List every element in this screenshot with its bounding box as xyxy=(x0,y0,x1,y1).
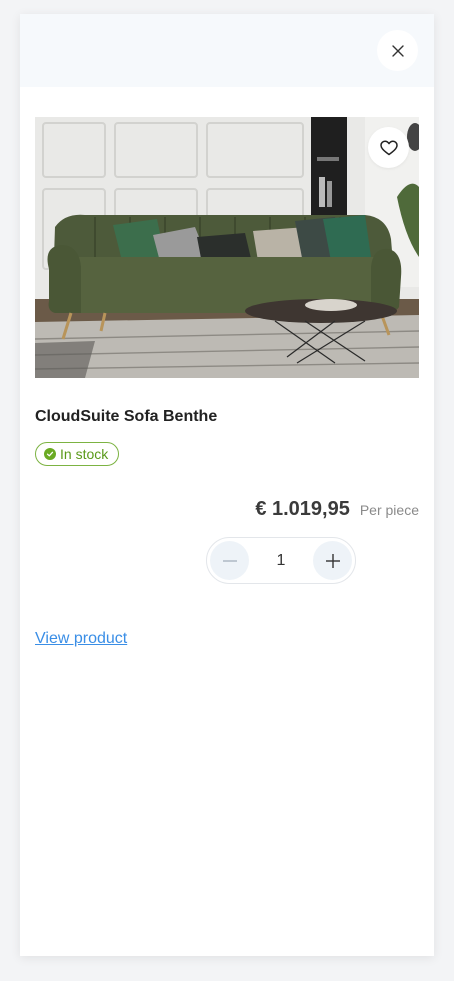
product-price: € 1.019,95 xyxy=(255,498,350,520)
view-product-link[interactable]: View product xyxy=(35,630,127,648)
panel-header xyxy=(20,14,434,87)
product-title: CloudSuite Sofa Benthe xyxy=(35,408,218,425)
plus-icon xyxy=(325,553,340,568)
minus-icon xyxy=(222,559,237,562)
quantity-stepper: 1 xyxy=(206,537,356,584)
product-quickview-panel: CloudSuite Sofa Benthe In stock € 1.019,… xyxy=(20,14,434,956)
heart-icon xyxy=(379,140,398,155)
check-circle-icon xyxy=(44,448,56,460)
quantity-value[interactable]: 1 xyxy=(261,552,301,570)
favorite-button[interactable] xyxy=(368,127,409,168)
price-unit: Per piece xyxy=(359,502,419,518)
stock-status-label: In stock xyxy=(60,446,109,462)
close-button[interactable] xyxy=(377,30,418,71)
decrease-quantity-button[interactable] xyxy=(210,541,249,580)
increase-quantity-button[interactable] xyxy=(313,541,352,580)
stock-status-badge: In stock xyxy=(35,442,120,466)
close-icon xyxy=(391,44,404,57)
price-row: € 1.019,95 Per piece xyxy=(255,498,419,521)
product-image xyxy=(35,117,419,378)
